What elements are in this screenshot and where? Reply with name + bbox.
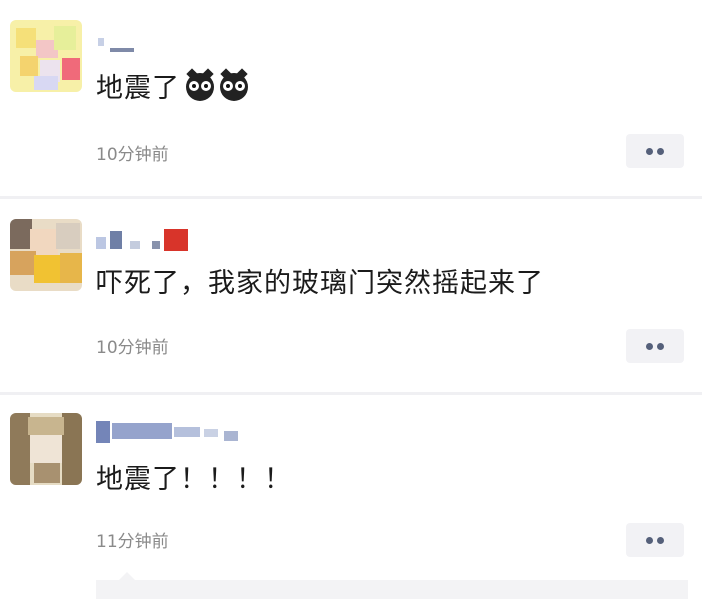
comment-timestamp: 11分钟前: [96, 532, 169, 552]
more-options-button[interactable]: [626, 329, 684, 363]
comment-item: 地震了 10分钟前: [0, 0, 702, 196]
more-dots-icon: [657, 343, 664, 350]
avatar[interactable]: [10, 413, 82, 485]
comment-text-content: 地震了: [96, 73, 180, 104]
comment-text: 吓死了，我家的玻璃门突然摇起来了: [96, 268, 544, 299]
owl-face-icon: [220, 68, 248, 101]
comment-text: 地震了: [96, 68, 248, 106]
comment-timestamp: 10分钟前: [96, 145, 169, 165]
more-dots-icon: [657, 148, 664, 155]
more-dots-icon: [657, 537, 664, 544]
avatar[interactable]: [10, 20, 82, 92]
comment-feed: 地震了 10分钟前 吓死了，我家的玻璃门突然摇起来了 10分钟前 地震了！！！！…: [0, 0, 702, 599]
more-dots-icon: [646, 537, 653, 544]
reply-area: [96, 580, 688, 599]
comment-item: 地震了！！！！ 11分钟前: [0, 395, 702, 580]
username-redacted[interactable]: [96, 421, 246, 443]
more-dots-icon: [646, 148, 653, 155]
username-redacted[interactable]: [96, 36, 136, 58]
comment-item: 吓死了，我家的玻璃门突然摇起来了 10分钟前: [0, 199, 702, 392]
more-options-button[interactable]: [626, 134, 684, 168]
comment-text: 地震了！！！！: [96, 464, 292, 495]
comment-timestamp: 10分钟前: [96, 338, 169, 358]
more-options-button[interactable]: [626, 523, 684, 557]
more-dots-icon: [646, 343, 653, 350]
owl-face-icon: [186, 68, 214, 101]
username-redacted[interactable]: [96, 229, 196, 251]
avatar[interactable]: [10, 219, 82, 291]
